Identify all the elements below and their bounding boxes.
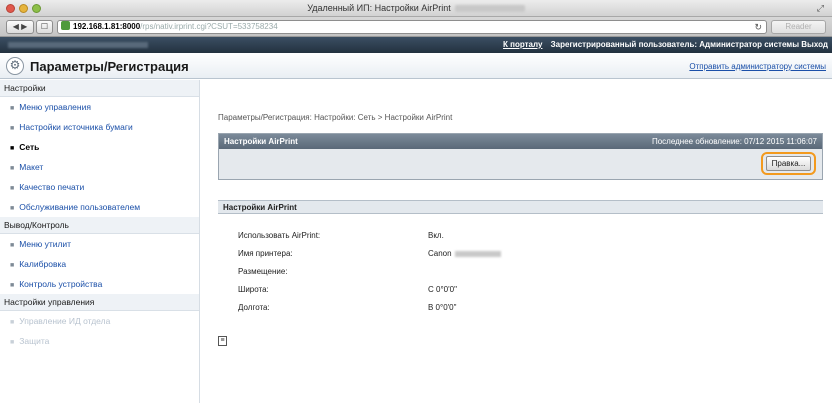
- setting-label: Широта:: [238, 285, 269, 294]
- sidebar-item[interactable]: ■ Качество печати: [0, 177, 199, 197]
- setting-row-latitude: Широта: С 0°0'0": [238, 285, 457, 294]
- back-forward-button[interactable]: ◀ ▶: [6, 20, 34, 34]
- sidebar-category-label: Вывод/Контроль: [4, 220, 69, 230]
- bullet-icon: ■: [10, 242, 15, 249]
- redacted-device-name: [8, 42, 148, 48]
- bullet-icon: ■: [10, 185, 15, 192]
- portal-link[interactable]: К порталу: [503, 40, 542, 49]
- setting-row-location: Размещение:: [238, 267, 288, 276]
- sidebar-item[interactable]: ■ Сеть: [0, 137, 199, 157]
- bullet-icon: ■: [10, 319, 15, 326]
- edit-button[interactable]: Правка...: [766, 156, 811, 171]
- page-header: ⚙ Параметры/Регистрация Отправить админи…: [0, 53, 832, 79]
- sidebar-category: Настройки управления: [0, 294, 199, 311]
- print-icon[interactable]: ≡: [218, 336, 227, 346]
- sidebar-item[interactable]: ■ Настройки источника бумаги: [0, 117, 199, 137]
- sidebar-item[interactable]: ■ Защита: [0, 331, 199, 351]
- sidebar-item-label: Макет: [19, 162, 44, 172]
- sidebar-item-label: Обслуживание пользователем: [19, 202, 141, 212]
- sidebar-category: Настройки: [0, 80, 199, 97]
- sidebar-item[interactable]: ■ Меню утилит: [0, 234, 199, 254]
- logout-link[interactable]: Выход: [801, 40, 828, 49]
- address-bar[interactable]: 192.168.1.81:8000/rps/nativ.irprint.cgi?…: [57, 20, 767, 34]
- sidebar-item[interactable]: ■ Обслуживание пользователем: [0, 197, 199, 217]
- settings-gear-icon: ⚙: [6, 57, 24, 75]
- send-to-admin-link[interactable]: Отправить администратору системы: [689, 62, 826, 71]
- sidebar-item-label: Калибровка: [19, 259, 67, 269]
- sidebar-item-label: Меню управления: [19, 102, 91, 112]
- setting-value: В 0°0'0": [428, 303, 457, 312]
- setting-row-longitude: Долгота: В 0°0'0": [238, 303, 456, 312]
- url-host: 192.168.1.81:8000: [73, 22, 141, 31]
- sidebar-nav: Настройки ■ Меню управления ■ Настройки исто…: [0, 80, 200, 403]
- setting-row-use-airprint: Использовать AirPrint: Вкл.: [238, 231, 444, 240]
- browser-toolbar: ◀ ▶ ☐ 192.168.1.81:8000/rps/nativ.irprin…: [0, 17, 832, 37]
- setting-value: С 0°0'0": [428, 285, 457, 294]
- sidebar-item-label: Качество печати: [19, 182, 85, 192]
- page-title: Параметры/Регистрация: [30, 59, 189, 74]
- sidebar-item-label: Защита: [19, 336, 50, 346]
- sidebar-item[interactable]: ■ Макет: [0, 157, 199, 177]
- bullet-icon: ■: [10, 205, 15, 212]
- setting-label: Использовать AirPrint:: [238, 231, 321, 240]
- bullet-icon: ■: [10, 339, 15, 346]
- sidebar-category-label: Настройки: [4, 83, 46, 93]
- site-icon: [61, 21, 70, 30]
- section-title: Настройки AirPrint: [224, 137, 298, 146]
- bullet-icon: ■: [10, 165, 15, 172]
- setting-label: Размещение:: [238, 267, 288, 276]
- sidebar-category-label: Настройки управления: [4, 297, 95, 307]
- bookmarks-icon[interactable]: ☐: [36, 20, 53, 34]
- main-content: Параметры/Регистрация: Настройки: Сеть >…: [206, 80, 832, 403]
- sidebar-category: Вывод/Контроль: [0, 217, 199, 234]
- setting-label: Долгота:: [238, 303, 270, 312]
- window-titlebar: Удаленный ИП: Настройки AirPrint ⤢: [0, 0, 832, 17]
- sidebar-item-label: Сеть: [19, 142, 40, 152]
- setting-row-printer-name: Имя принтера: Canon: [238, 249, 501, 258]
- setting-value: Canon: [428, 249, 452, 258]
- reload-icon[interactable]: ↻: [754, 21, 762, 33]
- fullscreen-icon[interactable]: ⤢: [817, 3, 824, 14]
- sidebar-item-label: Настройки источника бумаги: [19, 122, 133, 132]
- logged-in-user: Зарегистрированный пользователь: Админис…: [550, 40, 800, 49]
- sidebar-item[interactable]: ■ Управление ИД отдела: [0, 311, 199, 331]
- bullet-icon: ■: [10, 282, 15, 289]
- redacted-text: [454, 5, 525, 13]
- edit-button-highlight: Правка...: [761, 152, 816, 175]
- bullet-icon: ■: [10, 262, 15, 269]
- url-path: /rps/nativ.irprint.cgi?CSUT=533758234: [140, 22, 278, 31]
- sidebar-item[interactable]: ■ Калибровка: [0, 254, 199, 274]
- setting-value: Вкл.: [428, 231, 444, 240]
- portal-bar: К порталу Зарегистрированный пользовател…: [0, 37, 832, 53]
- bullet-icon: ■: [10, 145, 15, 152]
- sidebar-item-label: Управление ИД отдела: [19, 316, 111, 326]
- bullet-icon: ■: [10, 105, 15, 112]
- reader-button[interactable]: Reader: [771, 20, 826, 34]
- sidebar-item-label: Контроль устройства: [19, 279, 103, 289]
- redacted-text: [454, 250, 501, 257]
- sidebar-item[interactable]: ■ Контроль устройства: [0, 274, 199, 294]
- last-update: Последнее обновление: 07/12 2015 11:06:0…: [651, 137, 817, 146]
- bullet-icon: ■: [10, 125, 15, 132]
- breadcrumb: Параметры/Регистрация: Настройки: Сеть >…: [218, 113, 453, 122]
- details-section-title: Настройки AirPrint: [218, 200, 823, 214]
- airprint-settings-panel: Настройки AirPrint Последнее обновление:…: [218, 133, 823, 180]
- sidebar-item-label: Меню утилит: [19, 239, 72, 249]
- sidebar-item[interactable]: ■ Меню управления: [0, 97, 199, 117]
- window-title: Удаленный ИП: Настройки AirPrint: [307, 3, 451, 13]
- setting-label: Имя принтера:: [238, 249, 293, 258]
